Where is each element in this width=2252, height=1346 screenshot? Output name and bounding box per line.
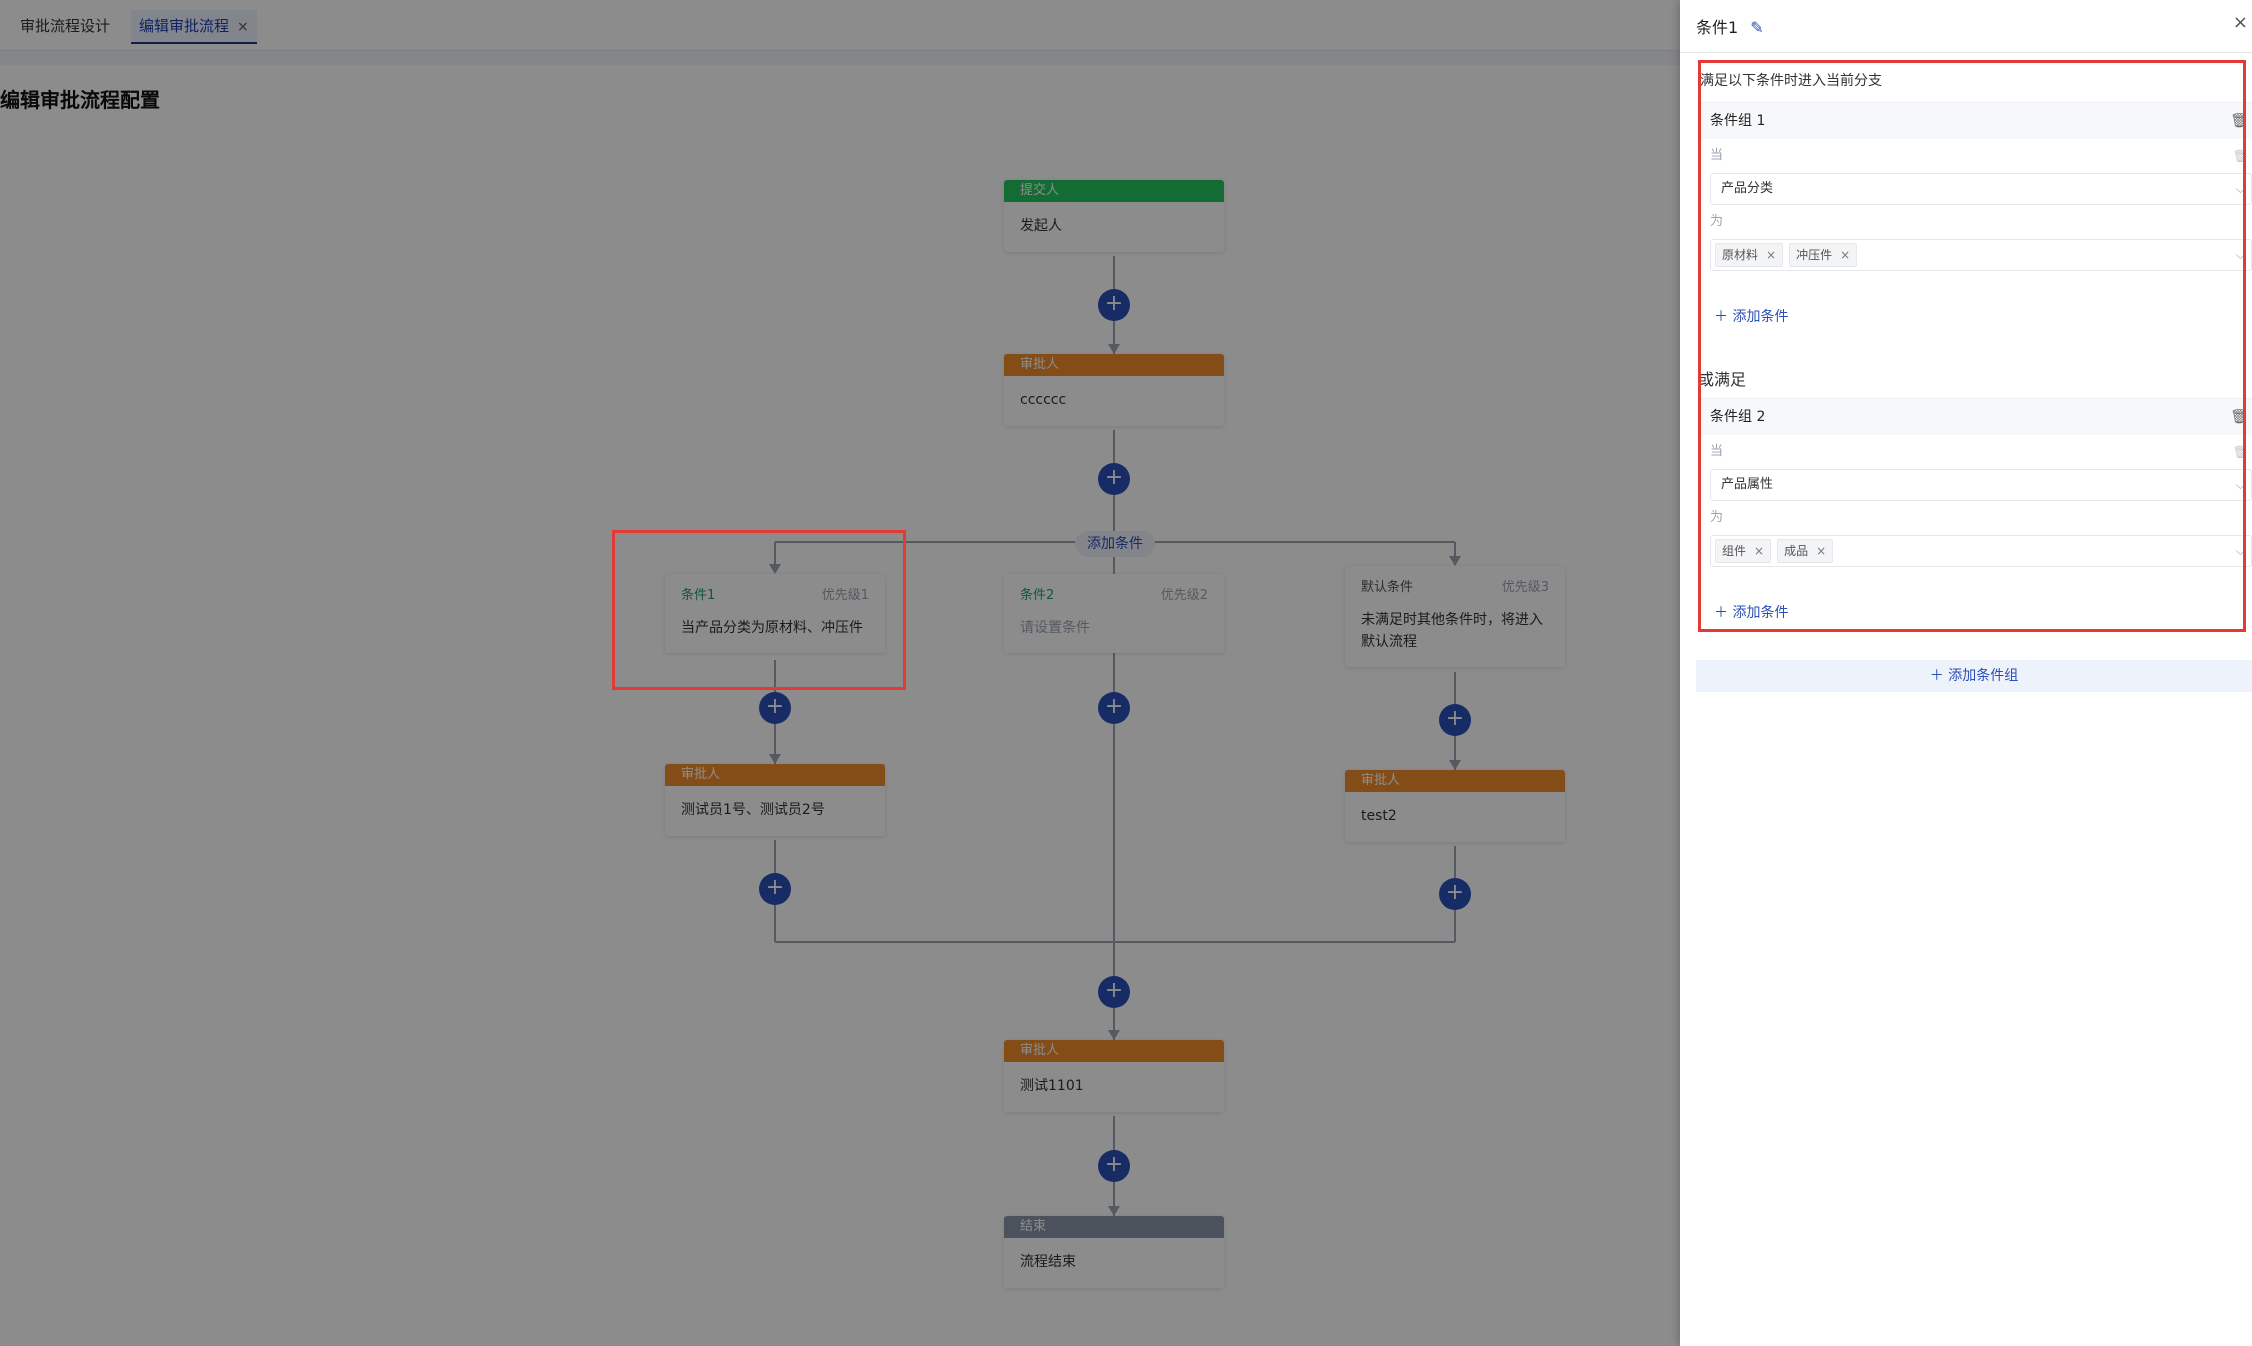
end-node: 结束 流程结束 [1004,1216,1224,1288]
drawer-header: 条件1 ✎ [1696,14,1764,38]
submitter-node[interactable]: 提交人 发起人 [1004,180,1224,252]
node-header: 结束 [1004,1216,1224,1238]
condition-drawer: 条件1 ✎ × 满足以下条件时进入当前分支 条件组 1 🗑 当 🗑 产品分类 ⌵ 为… [1680,0,2252,1346]
edit-icon[interactable]: ✎ [1750,18,1763,37]
approver-node-default[interactable]: 审批人 test2 [1345,770,1565,842]
condition-name: 默认条件 [1361,580,1414,595]
add-node-button[interactable]: + [1439,704,1471,736]
add-condition-group-button[interactable]: ＋ 添加条件组 [1696,660,2252,692]
node-body: cccccc [1020,392,1067,408]
condition-node-default[interactable]: 默认条件 优先级3 未满足时其他条件时，将进入默认流程 [1345,566,1565,667]
add-node-button[interactable]: + [1439,878,1471,910]
node-header: 提交人 [1004,180,1224,202]
condition-priority: 优先级2 [1160,588,1208,603]
condition-node-2[interactable]: 条件2 优先级2 请设置条件 [1004,574,1224,653]
approver-node[interactable]: 审批人 cccccc [1004,354,1224,426]
add-node-button[interactable]: + [1098,976,1130,1008]
node-header: 审批人 [1004,1040,1224,1062]
page: 审批流程设计 编辑审批流程 × 编辑审批流程配置 提交人 发起人 + 审批人 c… [0,0,2252,1346]
condition-summary: 未满足时其他条件时，将进入默认流程 [1361,612,1543,650]
condition-name: 条件2 [1020,588,1055,603]
add-condition-button[interactable]: 添加条件 [1075,531,1155,557]
node-header: 审批人 [1345,770,1565,792]
close-icon[interactable]: × [2233,12,2248,33]
node-body: 测试员1号、测试员2号 [681,802,825,818]
node-body: 流程结束 [1020,1254,1076,1270]
add-node-button[interactable]: + [1098,289,1130,321]
drawer-title: 条件1 [1696,18,1739,37]
add-node-button[interactable]: + [1098,1150,1130,1182]
add-node-button[interactable]: + [1098,463,1130,495]
approver-node-final[interactable]: 审批人 测试1101 [1004,1040,1224,1112]
add-node-button[interactable]: + [759,873,791,905]
node-body: 发起人 [1020,218,1062,234]
highlight-box [1698,60,2246,632]
node-header: 审批人 [1004,354,1224,376]
add-group-label: 添加条件组 [1948,668,2019,684]
condition-priority: 优先级3 [1501,580,1549,595]
approver-node-branch1[interactable]: 审批人 测试员1号、测试员2号 [665,764,885,836]
flow-canvas: 审批流程设计 编辑审批流程 × 编辑审批流程配置 提交人 发起人 + 审批人 c… [0,0,1680,1346]
add-node-button[interactable]: + [759,692,791,724]
highlight-box [612,530,906,690]
divider [1680,52,2252,53]
add-node-button[interactable]: + [1098,692,1130,724]
node-body: 测试1101 [1020,1078,1084,1094]
node-header: 审批人 [665,764,885,786]
node-body: test2 [1361,808,1397,824]
condition-summary: 请设置条件 [1020,620,1090,636]
